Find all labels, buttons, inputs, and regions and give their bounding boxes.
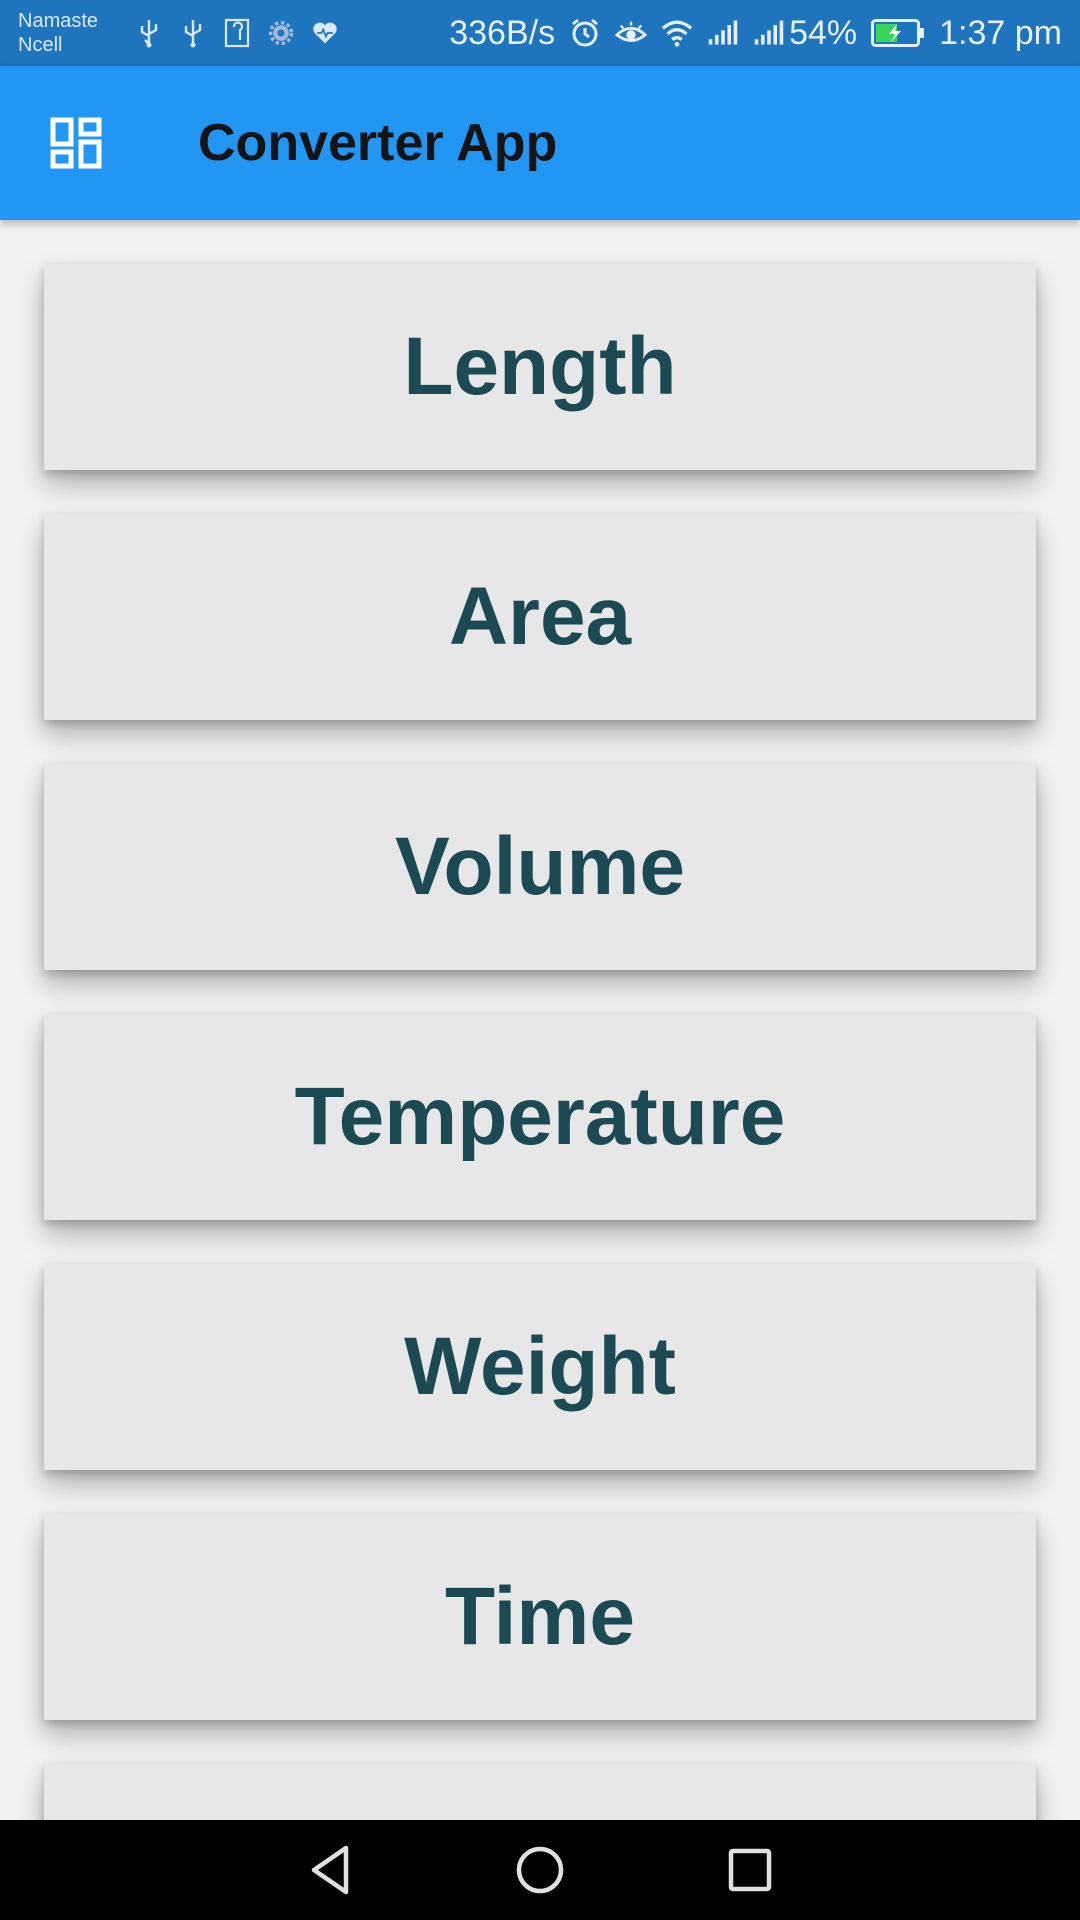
back-triangle-icon[interactable] — [300, 1840, 360, 1900]
dashboard-icon[interactable] — [46, 113, 106, 173]
page-title: Converter App — [198, 114, 558, 172]
category-card-temperature[interactable]: Temperature — [44, 1014, 1036, 1220]
clock: 1:37 pm — [939, 13, 1062, 52]
category-label: Weight — [404, 1321, 676, 1412]
category-card-time[interactable]: Time — [44, 1514, 1036, 1720]
network-speed: 336B/s — [449, 13, 556, 52]
category-label: Temperature — [294, 1071, 786, 1162]
category-card-area[interactable]: Area — [44, 514, 1036, 720]
wifi-icon — [661, 16, 693, 50]
battery-icon — [871, 19, 925, 47]
system-status: 336B/s 54% 1:37 pm — [449, 14, 1062, 53]
home-circle-icon[interactable] — [510, 1840, 570, 1900]
battery-percent: 54% — [789, 13, 858, 52]
carrier-info: Namaste Ncell — [18, 9, 128, 57]
category-label: Length — [403, 321, 677, 412]
usb-icon — [136, 18, 162, 48]
category-list[interactable]: Length Area Volume Temperature Weight Ti… — [0, 220, 1080, 1820]
settings-icon — [268, 18, 294, 48]
usb-icon — [180, 18, 206, 48]
category-card-partial[interactable] — [44, 1764, 1036, 1820]
category-label: Time — [445, 1571, 635, 1662]
status-bar: Namaste Ncell 336B/s 54% 1:37 pm — [0, 0, 1080, 66]
eye-icon — [615, 16, 648, 50]
category-label: Volume — [394, 821, 686, 912]
recents-square-icon[interactable] — [720, 1840, 780, 1900]
category-card-weight[interactable]: Weight — [44, 1264, 1036, 1470]
category-card-volume[interactable]: Volume — [44, 764, 1036, 970]
category-card-length[interactable]: Length — [44, 264, 1036, 470]
app-bar: Converter App — [0, 66, 1080, 220]
signal-icon — [707, 16, 739, 50]
carrier-line-2: Ncell — [18, 34, 63, 56]
alarm-icon — [569, 16, 601, 50]
carrier-line-1: Namaste — [18, 10, 99, 32]
notification-icons — [136, 18, 338, 48]
category-label: Area — [448, 571, 632, 662]
sim-icon — [224, 18, 250, 48]
signal-icon — [753, 16, 785, 50]
system-nav-bar — [0, 1820, 1080, 1920]
health-icon — [312, 18, 338, 48]
